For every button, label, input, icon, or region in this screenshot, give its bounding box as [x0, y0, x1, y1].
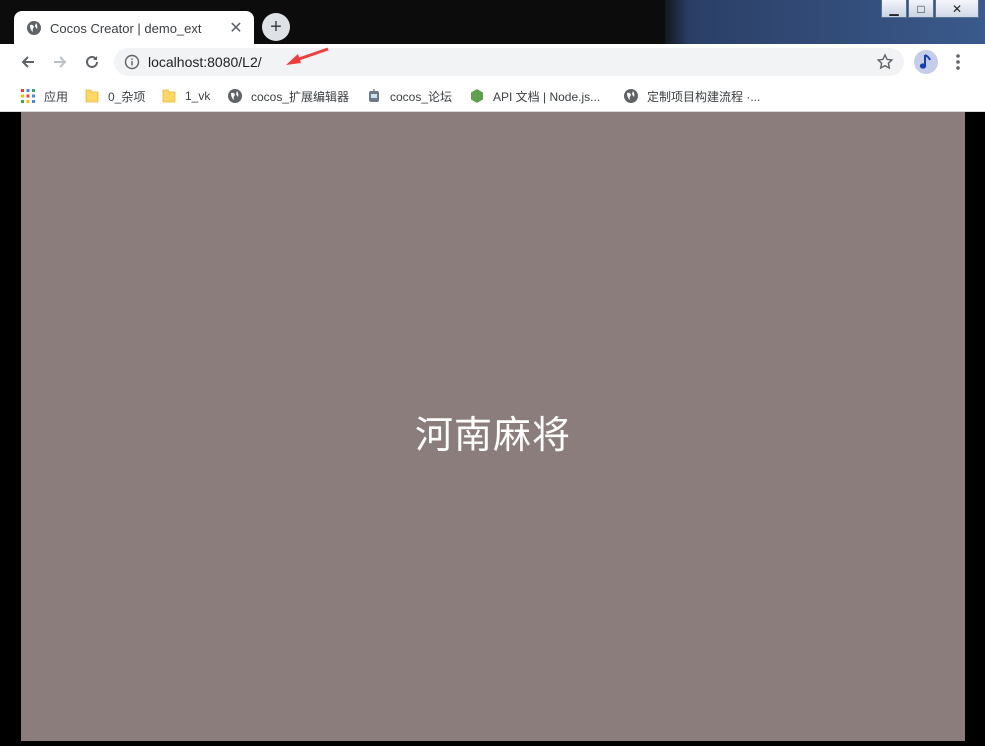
back-button[interactable] [16, 50, 40, 74]
bookmark-label: cocos_论坛 [390, 89, 453, 104]
bookmark-label: 1_vk [185, 89, 211, 103]
bookmark-nodejs-api[interactable]: API 文档 | Node.js... [469, 86, 600, 106]
reload-button[interactable] [80, 50, 104, 74]
game-canvas[interactable]: 河南麻将 [21, 112, 965, 741]
bookmark-label: API 文档 | Node.js... [493, 89, 601, 104]
bookmark-star-icon[interactable] [876, 53, 894, 71]
close-window-button[interactable]: ✕ [935, 0, 979, 18]
browser-tab[interactable]: Cocos Creator | demo_ext ✕ [14, 11, 254, 45]
url-text[interactable]: localhost:8080/L2/ [148, 54, 262, 70]
info-icon[interactable] [124, 54, 140, 70]
bookmark-label: 定制项目构建流程 ·... [647, 89, 761, 104]
address-bar[interactable]: localhost:8080/L2/ [114, 48, 904, 76]
page-viewport: 河南麻将 [0, 112, 985, 746]
profile-avatar[interactable] [914, 50, 938, 74]
bookmark-apps[interactable]: 应用 [20, 86, 68, 106]
bookmark-cocos-forum[interactable]: cocos_论坛 [366, 86, 452, 106]
more-menu-icon[interactable] [950, 52, 966, 72]
arrow-right-icon [54, 56, 67, 68]
bookmark-label: 0_杂项 [108, 89, 146, 104]
minimize-button[interactable]: ▁ [881, 0, 907, 18]
bookmark-cocos-ext-editor[interactable]: cocos_扩展编辑器 [227, 86, 349, 106]
new-tab-button[interactable]: + [262, 13, 290, 41]
folder-icon [85, 89, 99, 103]
bookmark-folder-vk[interactable]: 1_vk [161, 86, 210, 106]
arrow-left-icon [21, 56, 34, 68]
browser-toolbar: localhost:8080/L2/ [0, 44, 985, 80]
bookmark-folder-misc[interactable]: 0_杂项 [84, 86, 145, 106]
annotation-arrow-icon [286, 47, 329, 65]
tab-title: Cocos Creator | demo_ext [50, 20, 202, 36]
bookmarks-bar: 应用 0_杂项 1_vk cocos_扩展编辑器 cocos_论坛 API 文档… [0, 80, 985, 112]
maximize-button[interactable]: □ [908, 0, 934, 18]
globe-icon [27, 21, 41, 35]
music-note-icon [919, 54, 931, 69]
game-title: 河南麻将 [414, 413, 571, 457]
bookmark-label: cocos_扩展编辑器 [251, 89, 350, 104]
window-controls: ▁ □ ✕ [880, 0, 979, 20]
globe-icon [624, 89, 638, 103]
robot-icon [369, 89, 379, 102]
bookmark-label: 应用 [44, 89, 69, 104]
forward-button[interactable] [48, 50, 72, 74]
reload-icon [86, 55, 98, 68]
nodejs-icon [471, 89, 483, 103]
apps-grid-icon [21, 89, 35, 103]
bookmark-custom-build[interactable]: 定制项目构建流程 ·... [623, 86, 760, 106]
globe-icon [228, 89, 242, 103]
tab-close-icon[interactable]: ✕ [228, 18, 244, 38]
folder-icon [162, 89, 176, 103]
